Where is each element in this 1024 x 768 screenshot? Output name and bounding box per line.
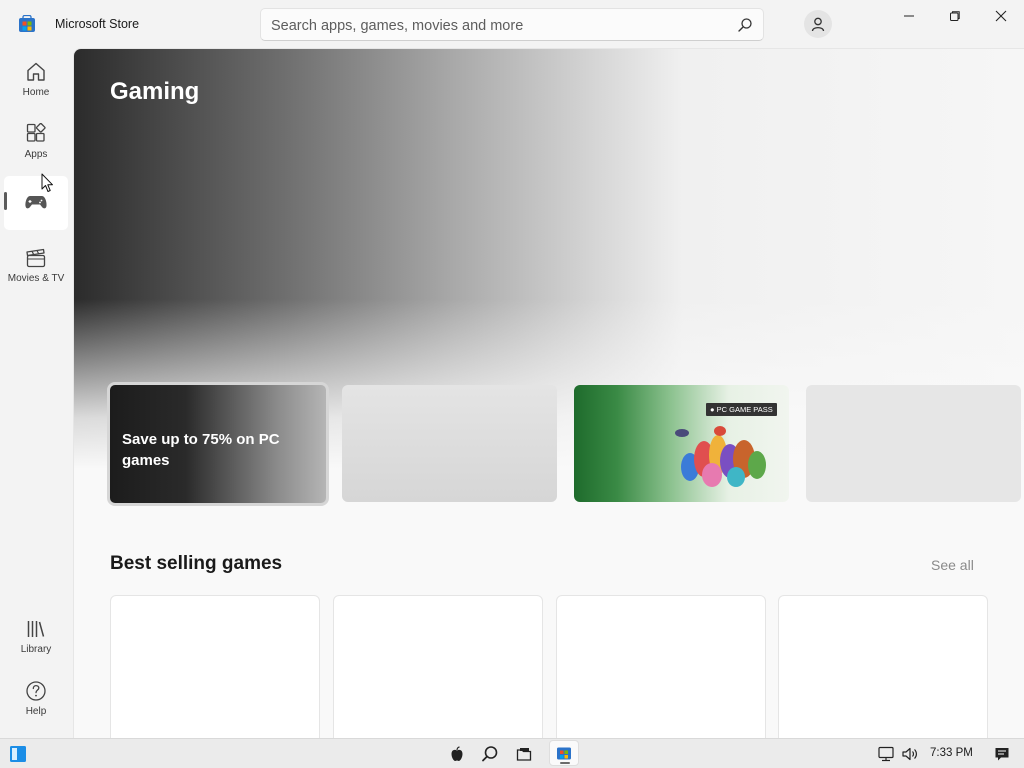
- help-icon: [24, 679, 48, 703]
- store-logo-icon: [19, 15, 35, 32]
- taskbar-search-button[interactable]: [480, 744, 500, 764]
- start-icon: [10, 746, 26, 762]
- game-pass-characters-art: [675, 426, 766, 487]
- sidebar-item-label: Movies & TV: [7, 273, 65, 284]
- hero-card-4[interactable]: [806, 385, 1021, 502]
- sidebar-item-label: Home: [22, 87, 50, 98]
- sidebar-item-label: Library: [20, 644, 52, 655]
- see-all-link[interactable]: See all: [931, 557, 974, 573]
- close-icon: [995, 10, 1007, 22]
- taskbar-store-app[interactable]: [549, 740, 579, 766]
- account-icon: [811, 17, 825, 32]
- file-explorer-icon: [516, 748, 532, 761]
- section-title-best-selling: Best selling games: [110, 553, 283, 574]
- game-tile[interactable]: [556, 595, 766, 738]
- network-icon: [878, 746, 894, 762]
- start-button[interactable]: [8, 744, 28, 764]
- hero-card-2[interactable]: [342, 385, 557, 502]
- network-button[interactable]: [876, 744, 896, 764]
- notification-button[interactable]: [992, 744, 1012, 764]
- sidebar-item-help[interactable]: Help: [4, 673, 68, 729]
- hero-card-text: Save up to 75% on PC games: [122, 431, 280, 469]
- search-icon: [482, 746, 498, 762]
- taskbar-clock[interactable]: 7:33 PM: [930, 747, 973, 759]
- close-button[interactable]: [978, 0, 1024, 32]
- sidebar-item-movies-tv[interactable]: Movies & TV: [4, 240, 68, 296]
- restore-button[interactable]: [932, 0, 978, 32]
- taskbar: 7:33 PM: [0, 738, 1024, 768]
- mouse-cursor-icon: [41, 173, 53, 192]
- gamepad-icon: [24, 190, 48, 214]
- active-indicator: [4, 192, 7, 210]
- minimize-button[interactable]: [886, 0, 932, 32]
- game-tile[interactable]: [333, 595, 543, 738]
- sidebar-item-label: Apps: [24, 149, 48, 160]
- apps-icon: [24, 122, 48, 146]
- sidebar-item-apps[interactable]: Apps: [4, 116, 68, 172]
- volume-icon: [902, 747, 917, 761]
- app-title: Microsoft Store: [55, 17, 140, 31]
- xbox-icon: ●: [710, 405, 715, 414]
- game-pass-badge-label: PC GAME PASS: [716, 405, 773, 414]
- library-icon: [24, 617, 48, 641]
- taskbar-apple-app[interactable]: [447, 744, 467, 764]
- search-icon[interactable]: [737, 17, 753, 33]
- volume-button[interactable]: [900, 744, 920, 764]
- home-icon: [24, 60, 48, 84]
- hero-card-game-pass[interactable]: ● PC GAME PASS: [574, 385, 789, 502]
- search-box[interactable]: [260, 8, 764, 41]
- title-bar: Microsoft Store: [0, 0, 1024, 48]
- game-pass-badge: ● PC GAME PASS: [706, 403, 777, 416]
- sidebar-item-library[interactable]: Library: [4, 611, 68, 667]
- store-icon: [557, 747, 571, 760]
- sidebar-item-home[interactable]: Home: [4, 54, 68, 110]
- sidebar-item-gaming[interactable]: [4, 176, 68, 230]
- game-tile[interactable]: [778, 595, 988, 738]
- sidebar-item-label: Help: [25, 706, 47, 717]
- notification-icon: [995, 748, 1009, 761]
- account-button[interactable]: [804, 10, 832, 38]
- game-tile[interactable]: [110, 595, 320, 738]
- hero-card-sale[interactable]: Save up to 75% on PC games: [107, 382, 329, 506]
- microsoft-store-window: Microsoft Store Search apps, games, movi…: [0, 0, 1024, 768]
- restore-icon: [950, 11, 960, 21]
- apple-icon: [451, 746, 463, 761]
- clapperboard-icon: [24, 246, 48, 270]
- main-content: Gaming Save up to 75% on PC games ● PC G…: [73, 48, 1024, 738]
- page-title: Gaming: [110, 78, 200, 105]
- taskbar-file-explorer[interactable]: [514, 744, 534, 764]
- running-indicator: [560, 762, 570, 764]
- minimize-icon: [904, 15, 914, 17]
- search-input[interactable]: [271, 16, 711, 35]
- sidebar-nav: Home Apps Movies & TV Library Help: [0, 48, 72, 738]
